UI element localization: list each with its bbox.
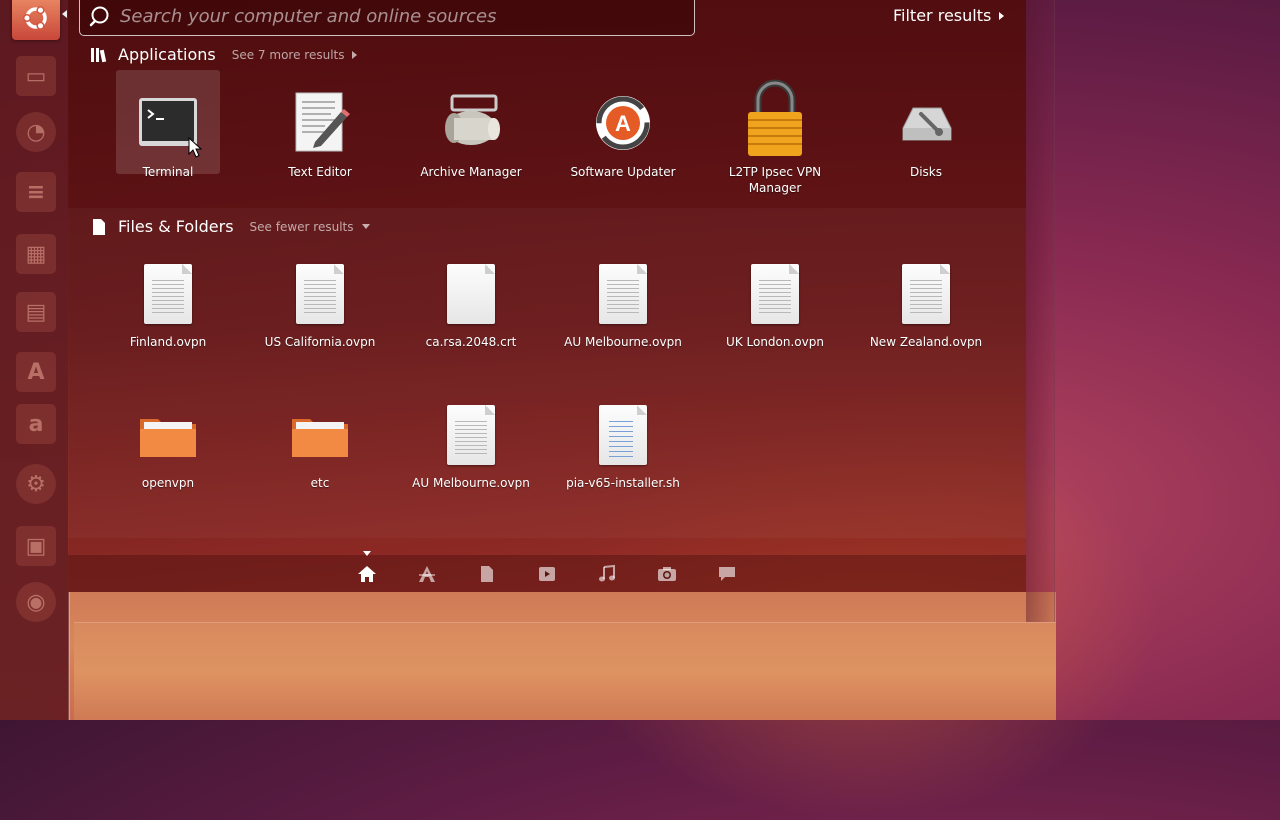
file-label: New Zealand.ovpn (869, 335, 983, 349)
files-folders-section-header: Files & Folders See fewer results (90, 217, 370, 236)
workspace-launcher-icon[interactable]: ▣ (16, 526, 56, 566)
background-window-content (74, 622, 1056, 720)
files-lens-icon[interactable] (476, 563, 498, 585)
lock-icon (740, 76, 810, 158)
calc-launcher-icon[interactable]: ▦ (16, 234, 56, 274)
see-fewer-results-link[interactable]: See fewer results (250, 220, 370, 234)
background-window[interactable] (68, 592, 1056, 720)
folder-icon (133, 399, 203, 469)
dash-home-button[interactable] (12, 0, 60, 40)
ubuntu-logo-icon (22, 6, 47, 30)
chevron-down-icon (361, 224, 370, 229)
file-label: ca.rsa.2048.crt (425, 335, 517, 349)
file-tile[interactable]: pia-v65-installer.sh (557, 381, 689, 491)
photo-lens-icon[interactable] (656, 563, 678, 585)
active-lens-indicator-icon (363, 551, 371, 556)
document-icon (740, 258, 810, 328)
document-icon (436, 399, 506, 469)
document-icon (133, 258, 203, 328)
search-icon (89, 6, 109, 27)
dash-frame-edge (1026, 0, 1055, 622)
file-label: US California.ovpn (264, 335, 376, 349)
file-tile[interactable]: AU Melbourne.ovpn (557, 240, 689, 350)
firefox-launcher-icon[interactable]: ◔ (16, 112, 56, 152)
file-tile[interactable]: Finland.ovpn (102, 240, 234, 350)
see-more-results-label: See 7 more results (231, 47, 345, 62)
impress-launcher-icon[interactable]: ▤ (16, 292, 56, 332)
launcher-active-arrow-icon (62, 10, 67, 18)
writer-launcher-icon[interactable]: ≡ (16, 172, 56, 212)
document-icon (588, 258, 658, 328)
app-label: Archive Manager (420, 165, 522, 179)
search-input[interactable] (118, 0, 682, 32)
filter-results-button[interactable]: Filter results (893, 6, 1005, 25)
file-tile[interactable]: New Zealand.ovpn (860, 240, 992, 350)
folder-icon (285, 399, 355, 469)
folder-tile[interactable]: openvpn (102, 381, 234, 491)
filter-results-label: Filter results (893, 6, 992, 25)
search-box[interactable] (79, 0, 695, 36)
file-label: openvpn (141, 476, 195, 490)
app-tile-disks[interactable]: Disks (860, 70, 992, 180)
amazon-launcher-icon[interactable]: a (16, 404, 56, 444)
app-tile-archive-manager[interactable]: Archive Manager (405, 70, 537, 180)
files-launcher-icon[interactable]: ▭ (16, 56, 56, 96)
file-tile[interactable]: US California.ovpn (254, 240, 386, 350)
file-label: pia-v65-installer.sh (566, 476, 680, 490)
video-lens-icon[interactable] (536, 563, 558, 585)
app-label: Software Updater (570, 165, 676, 179)
applications-results: Terminal Text Editor Archive Manager A S… (68, 70, 1026, 208)
applications-section-header: Applications See 7 more results (90, 45, 358, 64)
file-label: AU Melbourne.ovpn (564, 335, 682, 349)
file-tile[interactable]: AU Melbourne.ovpn (405, 381, 537, 491)
applications-lens-icon[interactable] (416, 563, 438, 585)
software-updater-icon: A (588, 88, 658, 158)
settings-launcher-icon[interactable]: ⚙ (16, 464, 56, 504)
app-label: L2TP Ipsec VPN Manager (728, 165, 822, 195)
launcher: ▭ ◔ ≡ ▦ ▤ A a ⚙ ▣ ◉ (0, 0, 69, 720)
music-lens-icon[interactable] (596, 563, 618, 585)
files-category-icon (93, 218, 105, 235)
see-fewer-results-label: See fewer results (249, 219, 354, 234)
see-more-results-link[interactable]: See 7 more results (232, 48, 358, 62)
home-lens-icon[interactable] (356, 563, 378, 585)
app-tile-terminal[interactable]: Terminal (102, 70, 234, 180)
folder-tile[interactable]: etc (254, 381, 386, 491)
app-tile-text-editor[interactable]: Text Editor (254, 70, 386, 180)
social-lens-icon[interactable] (716, 563, 738, 585)
document-icon (891, 258, 961, 328)
file-label: Finland.ovpn (129, 335, 207, 349)
app-tile-software-updater[interactable]: A Software Updater (557, 70, 689, 180)
text-editor-icon (285, 88, 355, 158)
files-folders-title: Files & Folders (118, 217, 234, 236)
applications-title: Applications (118, 45, 216, 64)
script-icon (588, 399, 658, 469)
file-label: UK London.ovpn (726, 335, 824, 349)
blank-document-icon (436, 258, 506, 328)
app-label: Text Editor (288, 165, 352, 179)
file-tile[interactable]: ca.rsa.2048.crt (405, 240, 537, 350)
chevron-right-icon (352, 50, 358, 59)
app-tile-l2tp-vpn-manager[interactable]: L2TP Ipsec VPN Manager (709, 70, 841, 196)
software-center-launcher-icon[interactable]: A (16, 352, 56, 392)
disks-icon (891, 88, 961, 158)
file-label: etc (310, 476, 330, 490)
document-icon (285, 258, 355, 328)
dvd-launcher-icon[interactable]: ◉ (16, 582, 56, 622)
file-label: AU Melbourne.ovpn (412, 476, 530, 490)
chevron-right-icon (999, 11, 1005, 20)
dash-overlay: Filter results Applications See 7 more r… (68, 0, 1026, 592)
terminal-icon (116, 70, 220, 174)
archive-manager-icon (436, 88, 506, 158)
file-tile[interactable]: UK London.ovpn (709, 240, 841, 350)
svg-text:A: A (615, 111, 631, 136)
applications-category-icon (91, 47, 107, 62)
lens-bar (68, 551, 1026, 592)
app-label: Disks (909, 165, 943, 179)
